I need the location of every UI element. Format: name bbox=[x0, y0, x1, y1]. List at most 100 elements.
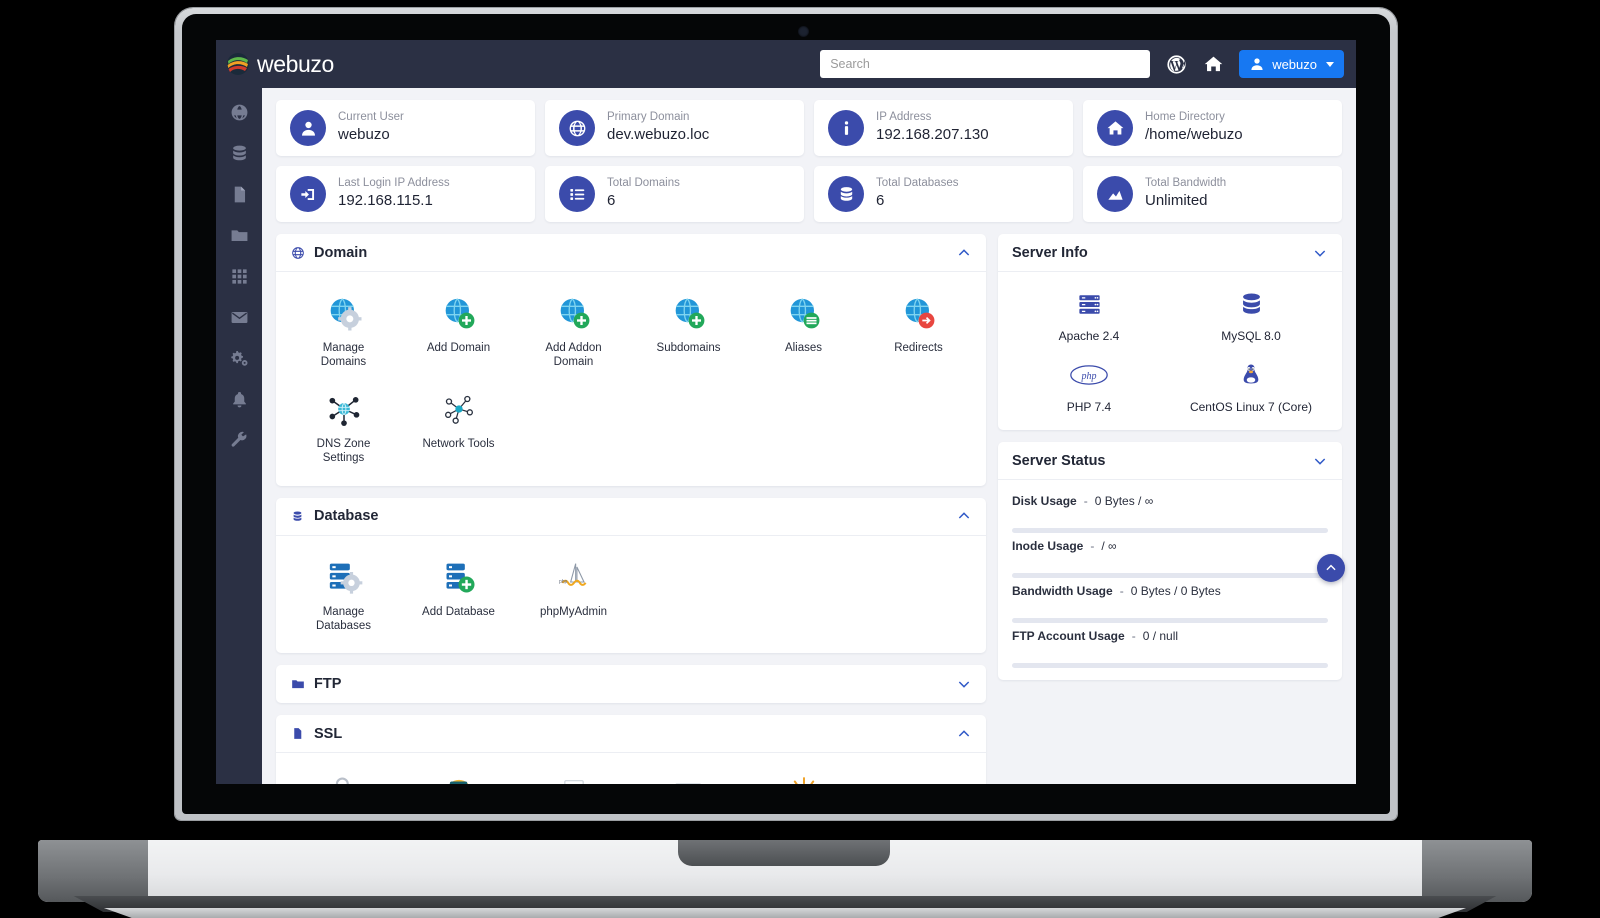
tile-certificate[interactable]: Certificate bbox=[516, 767, 631, 784]
tile-add-domain[interactable]: Add Domain bbox=[401, 286, 516, 378]
globe-icon bbox=[231, 104, 247, 120]
panel-server-status-header[interactable]: Server Status bbox=[998, 442, 1342, 480]
chevron-down-icon[interactable] bbox=[1312, 453, 1328, 469]
status-label: Inode Usage bbox=[1012, 539, 1084, 553]
scroll-to-top-button[interactable] bbox=[1317, 554, 1345, 582]
panel-ssl-header[interactable]: SSL bbox=[276, 715, 986, 754]
sidebar-item-apps[interactable] bbox=[228, 265, 250, 287]
top-bar: webuzo Search webuzo bbox=[216, 40, 1356, 88]
database-icon bbox=[1238, 288, 1265, 320]
panel-title: Server Status bbox=[1012, 452, 1106, 469]
domain-tiles: Manage Domains Add Domain Add Addon Doma… bbox=[276, 272, 986, 486]
sidebar-item-database[interactable] bbox=[228, 142, 250, 164]
stat-label: Primary Domain bbox=[607, 111, 690, 124]
wordpress-icon[interactable] bbox=[1165, 53, 1187, 75]
sidebar-item-tools[interactable] bbox=[228, 429, 250, 451]
panel-database-header[interactable]: Database bbox=[276, 498, 986, 536]
chevron-up-icon bbox=[1326, 564, 1336, 571]
sidebar-item-ftp[interactable] bbox=[228, 224, 250, 246]
server-info-os: CentOS Linux 7 (Core) bbox=[1170, 359, 1332, 414]
panel-server-info-header[interactable]: Server Info bbox=[998, 234, 1342, 272]
database-icon bbox=[828, 176, 864, 212]
tile-network-tools[interactable]: Network Tools bbox=[401, 382, 516, 474]
chevron-up-icon[interactable] bbox=[956, 245, 972, 261]
sidebar bbox=[216, 88, 262, 784]
home-icon[interactable] bbox=[1202, 53, 1224, 75]
panel-ssl: SSL bbox=[276, 715, 986, 784]
avatar-icon bbox=[1251, 58, 1263, 70]
brand[interactable]: webuzo bbox=[226, 51, 334, 78]
tile-install-certificate[interactable]: Install Certificate bbox=[631, 767, 746, 784]
database-icon bbox=[290, 509, 305, 524]
sidebar-item-domain[interactable] bbox=[228, 101, 250, 123]
panel-ftp-header[interactable]: FTP bbox=[276, 665, 986, 703]
phpmyadmin-icon: php bbox=[553, 556, 595, 598]
stat-card-total-domains: Total Domains 6 bbox=[545, 166, 804, 222]
stat-value: webuzo bbox=[338, 126, 390, 144]
panel-server-info: Server Info Apache 2.4 MySQL 8.0 php PHP… bbox=[998, 234, 1342, 430]
chevron-down-icon[interactable] bbox=[956, 676, 972, 692]
stat-label: Last Login IP Address bbox=[338, 177, 450, 190]
status-dash: - bbox=[1090, 539, 1095, 553]
chevron-up-icon[interactable] bbox=[956, 508, 972, 524]
globe-icon bbox=[559, 110, 595, 146]
user-icon bbox=[290, 110, 326, 146]
tile-label: Subdomains bbox=[656, 342, 721, 354]
stat-value: Unlimited bbox=[1145, 192, 1208, 210]
stat-value: 192.168.115.1 bbox=[338, 192, 433, 210]
tile-phpmyadmin[interactable]: php phpMyAdmin bbox=[516, 550, 631, 642]
chevron-up-icon[interactable] bbox=[956, 726, 972, 742]
search-input[interactable] bbox=[820, 50, 1151, 78]
tile-manage-databases[interactable]: Manage Databases bbox=[286, 550, 401, 642]
tile-redirects[interactable]: Redirects bbox=[861, 286, 976, 378]
tile-manage-domains[interactable]: Manage Domains bbox=[286, 286, 401, 378]
tile-lets-encrypt[interactable]: Lets Encrypt bbox=[746, 767, 861, 784]
laptop-base bbox=[0, 812, 1600, 918]
status-value: 0 / null bbox=[1142, 629, 1179, 643]
sidebar-item-notifications[interactable] bbox=[228, 388, 250, 410]
server-status-rows: Disk Usage - 0 Bytes / ∞ Inode Usage - /… bbox=[998, 480, 1342, 680]
sidebar-item-mail[interactable] bbox=[228, 306, 250, 328]
status-progress-bar bbox=[1012, 663, 1328, 668]
tile-cert-signing[interactable]: Cert Signing bbox=[401, 767, 516, 784]
status-label: Disk Usage bbox=[1012, 494, 1077, 508]
panel-title: Database bbox=[314, 508, 379, 524]
panel-server-status: Server Status Disk Usage - 0 Bytes / ∞ I… bbox=[998, 442, 1342, 680]
db-plus-icon bbox=[438, 556, 480, 598]
status-label: FTP Account Usage bbox=[1012, 629, 1125, 643]
stat-value: /home/webuzo bbox=[1145, 126, 1243, 144]
user-menu-button[interactable]: webuzo bbox=[1239, 50, 1344, 78]
tile-label: Add Database bbox=[422, 605, 495, 618]
chart-icon bbox=[1097, 176, 1133, 212]
chevron-down-icon[interactable] bbox=[1312, 245, 1328, 261]
certificate-icon bbox=[553, 773, 595, 784]
stat-label: Current User bbox=[338, 111, 404, 124]
stat-card-ip-address: IP Address 192.168.207.130 bbox=[814, 100, 1073, 156]
tile-dns-zone-settings[interactable]: DNS Zone Settings bbox=[286, 382, 401, 474]
panel-domain-header[interactable]: Domain bbox=[276, 234, 986, 272]
tile-subdomains[interactable]: Subdomains bbox=[631, 286, 746, 378]
database-tiles: Manage Databases Add Database php phpMyA… bbox=[276, 536, 986, 654]
server-info-php: php PHP 7.4 bbox=[1008, 359, 1170, 414]
tile-add-database[interactable]: Add Database bbox=[401, 550, 516, 642]
tile-aliases[interactable]: Aliases bbox=[746, 286, 861, 378]
status-row-inode-usage: Inode Usage - / ∞ bbox=[1012, 539, 1328, 578]
tile-private-keys[interactable]: Private Keys bbox=[286, 767, 401, 784]
globe-plus-icon bbox=[668, 292, 710, 334]
main-content: Current User webuzo Primary Domain dev.w… bbox=[262, 88, 1356, 784]
folder-icon bbox=[290, 677, 305, 692]
stat-label: Home Directory bbox=[1145, 111, 1225, 124]
status-value: 0 Bytes / ∞ bbox=[1094, 494, 1154, 508]
sidebar-item-ssl[interactable] bbox=[228, 183, 250, 205]
tile-add-addon-domain[interactable]: Add Addon Domain bbox=[516, 286, 631, 378]
status-row-bandwidth-usage: Bandwidth Usage - 0 Bytes / 0 Bytes bbox=[1012, 584, 1328, 623]
status-label: Bandwidth Usage bbox=[1012, 584, 1113, 598]
server-info-label: PHP 7.4 bbox=[1066, 400, 1112, 414]
tile-label: Add Addon Domain bbox=[545, 342, 602, 369]
stat-card-primary-domain: Primary Domain dev.webuzo.loc bbox=[545, 100, 804, 156]
info-icon bbox=[828, 110, 864, 146]
sidebar-item-settings[interactable] bbox=[228, 347, 250, 369]
stat-label: Total Domains bbox=[607, 177, 680, 190]
stat-value: 6 bbox=[607, 192, 616, 210]
tile-label: Network Tools bbox=[422, 437, 495, 450]
